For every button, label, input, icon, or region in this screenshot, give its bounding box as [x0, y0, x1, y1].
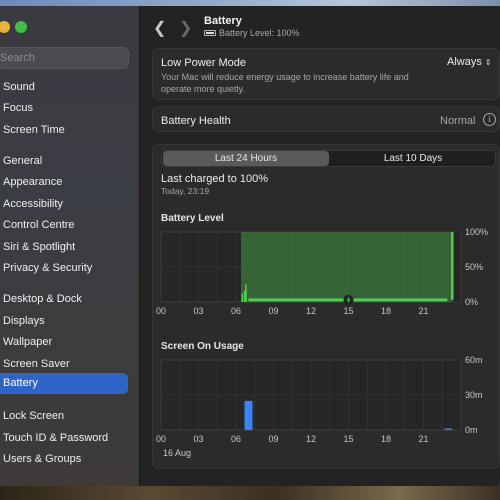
- usage-y-tick-label: 30m: [465, 390, 483, 400]
- sidebar-item-appearance[interactable]: Appearance: [0, 172, 128, 193]
- settings-window: Search Sound Focus Screen Time General A…: [0, 6, 500, 488]
- minimize-button[interactable]: [0, 21, 10, 33]
- usage-x-tick-label: 18: [381, 434, 391, 444]
- sidebar-item-touch-id-password[interactable]: Touch ID & Password: [0, 428, 128, 449]
- battery-x-tick-label: 06: [231, 306, 241, 316]
- battery-health-label: Battery Health: [161, 115, 231, 127]
- sidebar-item-wallpaper[interactable]: Wallpaper: [0, 332, 128, 353]
- info-icon[interactable]: i: [483, 113, 496, 126]
- forward-chevron-icon[interactable]: ❯: [179, 18, 192, 38]
- battery-x-tick-label: 09: [268, 306, 278, 316]
- charging-period-fill: [241, 232, 453, 302]
- usage-y-tick-label: 0m: [465, 425, 478, 435]
- battery-level-title: Battery Level: [161, 213, 224, 224]
- sidebar-item-control-centre[interactable]: Control Centre: [0, 215, 128, 236]
- low-power-mode-select[interactable]: Always ⇕: [447, 56, 492, 68]
- usage-x-tick-label: 00: [156, 434, 166, 444]
- battery-y-tick-label: 100%: [465, 227, 488, 237]
- sidebar-item-sound[interactable]: Sound: [0, 77, 128, 98]
- sidebar-item-siri-spotlight[interactable]: Siri & Spotlight: [0, 237, 128, 258]
- battery-x-tick-label: 00: [156, 306, 166, 316]
- sidebar-item-general[interactable]: General: [0, 151, 128, 172]
- main-pane: ❮ ❯ Battery Battery Level: 100% Low Powe…: [141, 6, 500, 488]
- sidebar-item-focus[interactable]: Focus: [0, 98, 128, 119]
- battery-x-tick-label: 12: [306, 306, 316, 316]
- usage-x-tick-label: 09: [268, 434, 278, 444]
- usage-bar: [444, 428, 453, 430]
- usage-x-tick-label: 15: [343, 434, 353, 444]
- screen-on-usage-chart: 60m 30m 0m 00 03 06 09 12 15 18 21 16 Aug: [156, 355, 483, 458]
- updown-chevron-icon: ⇕: [484, 58, 492, 67]
- last-charged-time: Today, 23:19: [161, 186, 210, 196]
- battery-x-tick-label: 18: [381, 306, 391, 316]
- desktop-wallpaper-bottom: [0, 486, 500, 500]
- time-range-segmented-control: Last 24 Hours Last 10 Days: [161, 150, 496, 167]
- tab-last-10-days[interactable]: Last 10 Days: [330, 151, 496, 166]
- page-title: Battery: [204, 15, 242, 27]
- battery-health-value: Normal: [440, 115, 476, 127]
- battery-x-tick-label: 21: [418, 306, 428, 316]
- sidebar: Search Sound Focus Screen Time General A…: [0, 6, 140, 488]
- sidebar-item-displays[interactable]: Displays: [0, 311, 128, 332]
- battery-icon: [204, 30, 216, 36]
- sidebar-item-accessibility[interactable]: Accessibility: [0, 194, 128, 215]
- low-power-mode-value: Always: [447, 56, 482, 68]
- battery-x-tick-label: 03: [193, 306, 203, 316]
- battery-x-tick-label: 15: [343, 306, 353, 316]
- sidebar-item-battery[interactable]: Battery: [0, 373, 128, 394]
- battery-y-tick-label: 0%: [465, 297, 478, 307]
- sidebar-item-screen-time[interactable]: Screen Time: [0, 120, 128, 141]
- last-charged-label: Last charged to 100%: [161, 173, 269, 185]
- sidebar-item-desktop-dock[interactable]: Desktop & Dock: [0, 289, 128, 310]
- search-input[interactable]: Search: [0, 47, 129, 69]
- usage-date-label: 16 Aug: [163, 448, 191, 458]
- usage-bar: [244, 400, 253, 430]
- usage-x-tick-label: 06: [231, 434, 241, 444]
- usage-x-tick-label: 03: [193, 434, 203, 444]
- usage-x-tick-label: 12: [306, 434, 316, 444]
- sidebar-item-screen-saver[interactable]: Screen Saver: [0, 354, 128, 375]
- back-chevron-icon[interactable]: ❮: [153, 18, 166, 38]
- sidebar-item-lock-screen[interactable]: Lock Screen: [0, 406, 128, 427]
- sidebar-item-privacy-security[interactable]: Privacy & Security: [0, 258, 128, 279]
- screen-usage-title: Screen On Usage: [161, 341, 244, 352]
- usage-history-card: Last 24 Hours Last 10 Days Last charged …: [152, 144, 500, 469]
- battery-y-tick-label: 50%: [465, 262, 483, 272]
- usage-y-tick-label: 60m: [465, 355, 483, 365]
- page-subtitle: Battery Level: 100%: [204, 28, 300, 38]
- battery-level-text: Battery Level: 100%: [219, 28, 300, 38]
- zoom-button[interactable]: [15, 21, 27, 33]
- low-power-mode-description: Your Mac will reduce energy usage to inc…: [161, 72, 409, 94]
- low-power-mode-card: Low Power Mode Your Mac will reduce ener…: [152, 48, 500, 100]
- battery-level-chart: 100% 50% 0% 00 03 06 09 12 15 18 21: [156, 227, 488, 316]
- battery-health-card: Battery Health Normal i: [152, 106, 500, 132]
- sidebar-item-users-groups[interactable]: Users & Groups: [0, 449, 128, 470]
- tab-last-24-hours[interactable]: Last 24 Hours: [163, 151, 329, 166]
- low-power-mode-label: Low Power Mode: [161, 57, 246, 69]
- usage-x-tick-label: 21: [418, 434, 428, 444]
